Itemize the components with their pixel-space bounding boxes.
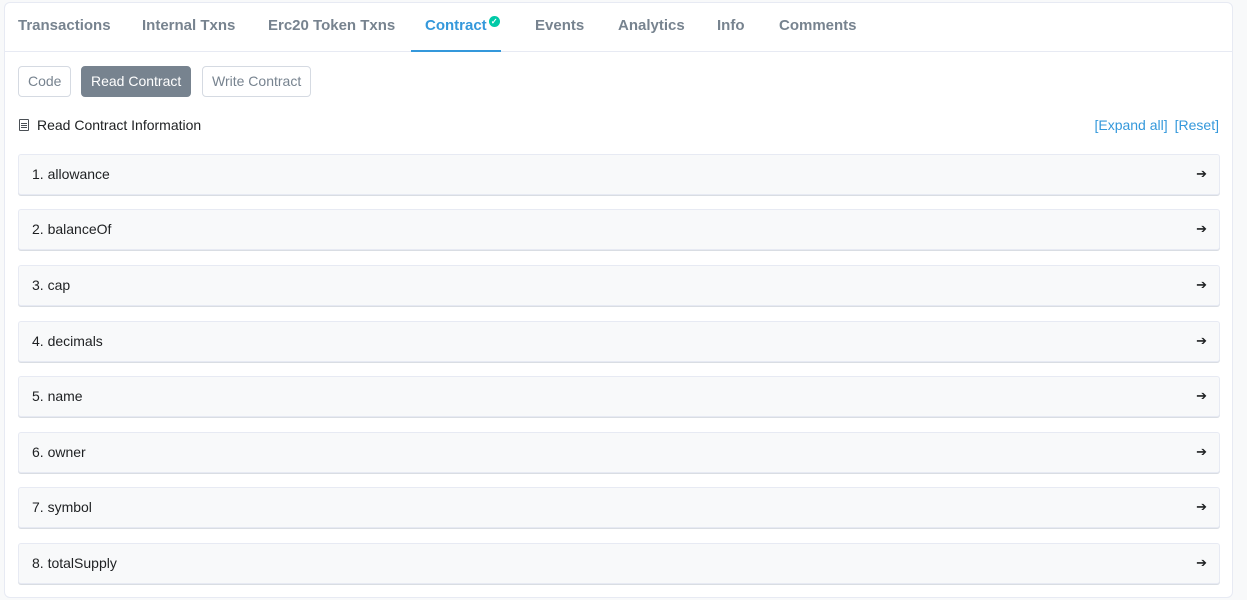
tab-events[interactable]: Events xyxy=(535,3,584,51)
arrow-right-icon: ➔ xyxy=(1196,499,1207,514)
check-circle-icon: ✓ xyxy=(488,16,500,27)
function-label: 3. cap xyxy=(32,277,71,293)
expand-all-link[interactable]: [Expand all] xyxy=(1094,117,1167,133)
read-contract-button[interactable]: Read Contract xyxy=(81,66,192,97)
reset-link[interactable]: [Reset] xyxy=(1175,117,1219,133)
function-row-totalsupply[interactable]: 8. totalSupply ➔ xyxy=(18,543,1220,584)
function-row-allowance[interactable]: 1. allowance ➔ xyxy=(18,154,1220,195)
arrow-right-icon: ➔ xyxy=(1196,333,1207,348)
function-label: 6. owner xyxy=(32,444,86,460)
contract-card: Transactions Internal Txns Erc20 Token T… xyxy=(4,2,1233,598)
arrow-right-icon: ➔ xyxy=(1196,388,1207,403)
arrow-right-icon: ➔ xyxy=(1196,221,1207,236)
tab-contract[interactable]: Contract ✓ xyxy=(411,3,501,52)
tab-analytics[interactable]: Analytics xyxy=(618,3,685,51)
tab-contract-label: Contract xyxy=(425,17,487,34)
arrow-right-icon: ➔ xyxy=(1196,444,1207,459)
function-row-owner[interactable]: 6. owner ➔ xyxy=(18,432,1220,473)
section-links: [Expand all] [Reset] xyxy=(1094,117,1219,133)
tab-transactions[interactable]: Transactions xyxy=(18,3,111,51)
section-title-text: Read Contract Information xyxy=(37,117,202,133)
function-label: 4. decimals xyxy=(32,333,103,349)
section-title: Read Contract Information xyxy=(19,117,201,133)
arrow-right-icon: ➔ xyxy=(1196,277,1207,292)
tab-comments[interactable]: Comments xyxy=(779,3,857,51)
function-label: 2. balanceOf xyxy=(32,221,112,237)
function-label: 1. allowance xyxy=(32,166,110,182)
write-contract-button[interactable]: Write Contract xyxy=(202,66,312,97)
function-row-decimals[interactable]: 4. decimals ➔ xyxy=(18,321,1220,362)
tab-erc20-token-txns[interactable]: Erc20 Token Txns xyxy=(268,3,395,51)
function-row-symbol[interactable]: 7. symbol ➔ xyxy=(18,487,1220,528)
function-label: 8. totalSupply xyxy=(32,555,117,571)
tab-internal-txns[interactable]: Internal Txns xyxy=(142,3,235,51)
document-icon xyxy=(19,119,29,131)
arrow-right-icon: ➔ xyxy=(1196,166,1207,181)
function-row-cap[interactable]: 3. cap ➔ xyxy=(18,265,1220,306)
code-button[interactable]: Code xyxy=(18,66,72,97)
function-row-balanceof[interactable]: 2. balanceOf ➔ xyxy=(18,209,1220,250)
function-label: 7. symbol xyxy=(32,499,92,515)
function-label: 5. name xyxy=(32,388,83,404)
tab-bar: Transactions Internal Txns Erc20 Token T… xyxy=(5,3,1232,52)
arrow-right-icon: ➔ xyxy=(1196,555,1207,570)
tab-info[interactable]: Info xyxy=(717,3,745,51)
function-row-name[interactable]: 5. name ➔ xyxy=(18,376,1220,417)
